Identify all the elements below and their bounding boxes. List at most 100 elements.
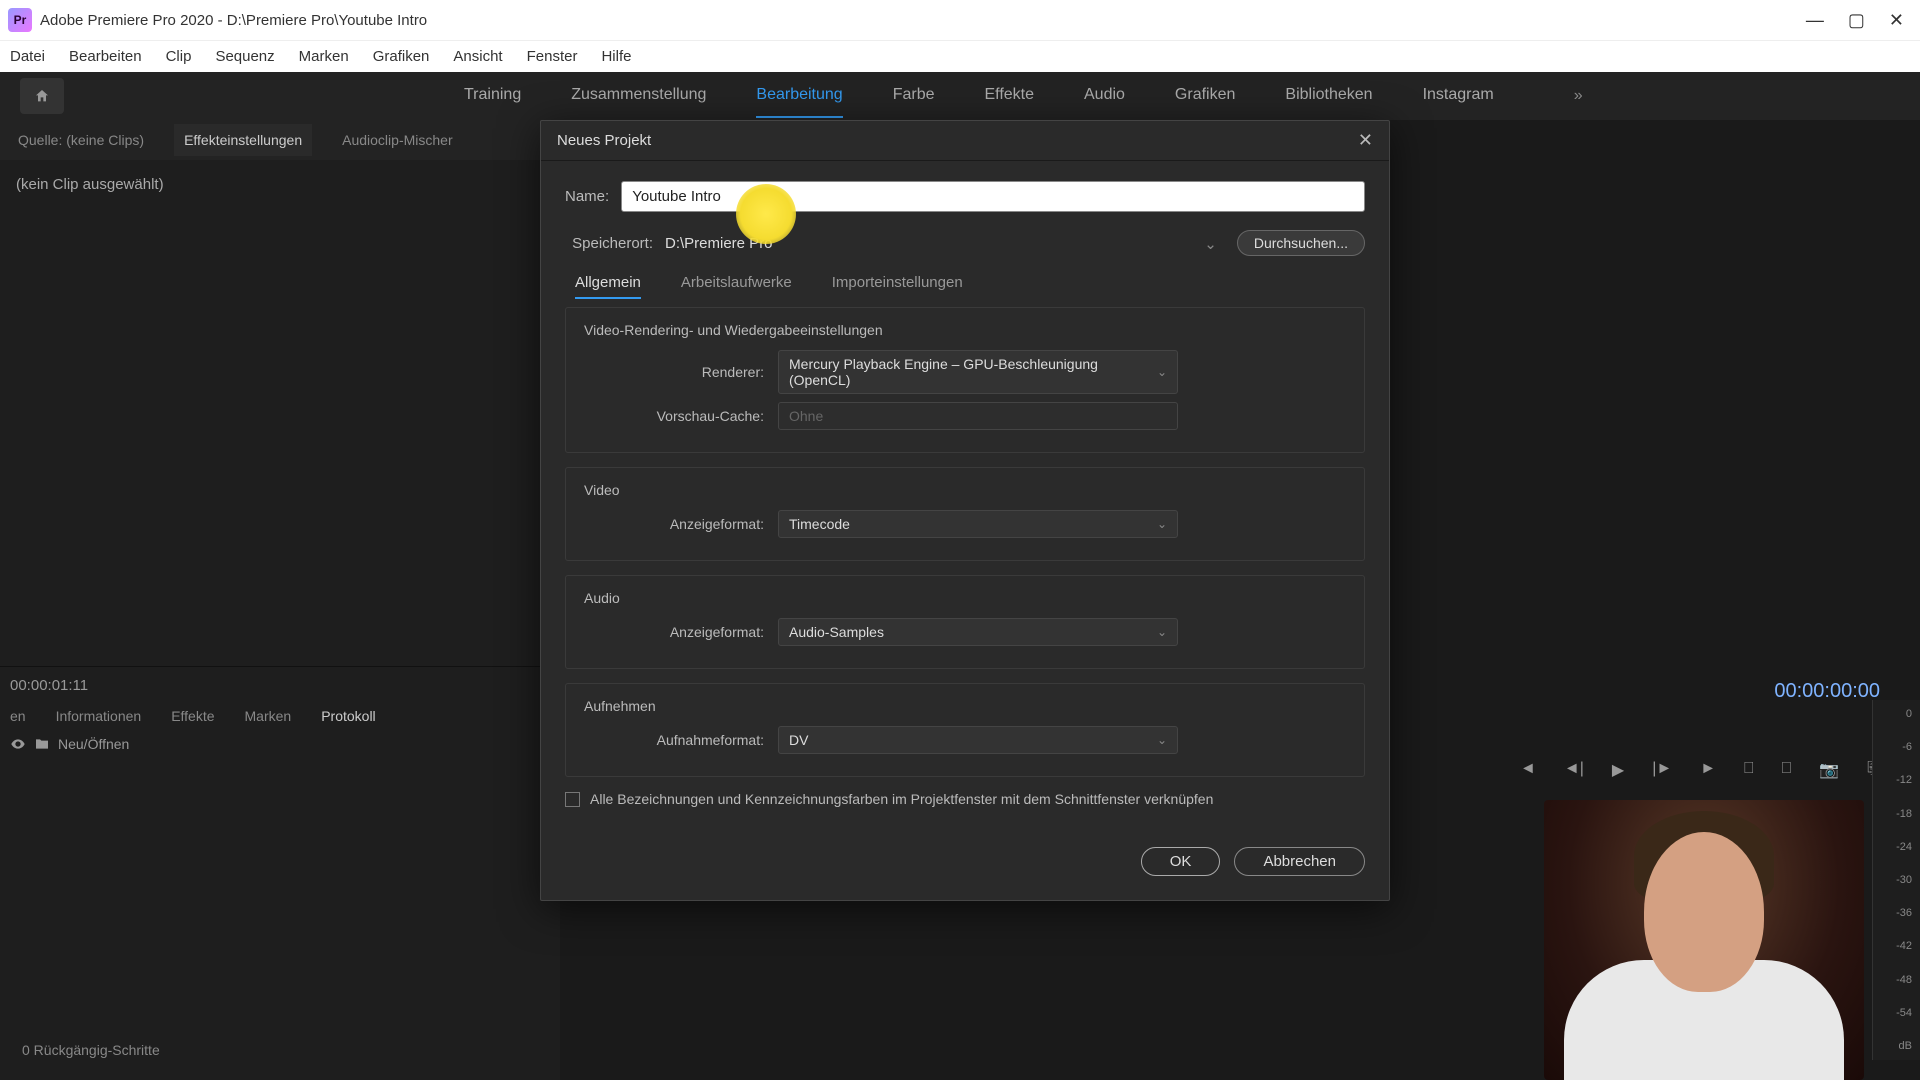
menu-fenster[interactable]: Fenster <box>527 48 578 65</box>
link-labels-checkbox[interactable] <box>565 792 580 807</box>
minimize-button[interactable]: — <box>1806 10 1824 31</box>
dialog-close-button[interactable]: ✕ <box>1358 130 1373 151</box>
workspace-effekte[interactable]: Effekte <box>984 74 1034 118</box>
webcam-overlay <box>1544 800 1864 1080</box>
group-video: Video Anzeigeformat: Timecode ⌄ <box>565 467 1365 561</box>
chevron-down-icon: ⌄ <box>1157 517 1167 531</box>
workspace-instagram[interactable]: Instagram <box>1423 74 1494 118</box>
snapshot-button[interactable]: 📷 <box>1819 760 1839 780</box>
menu-marken[interactable]: Marken <box>299 48 349 65</box>
workspace-audio[interactable]: Audio <box>1084 74 1125 118</box>
meter-tick: dB <box>1877 1040 1916 1052</box>
ok-button[interactable]: OK <box>1141 847 1221 876</box>
location-label: Speicherort: <box>565 235 653 252</box>
group-video-title: Video <box>584 482 1346 498</box>
tab-informationen[interactable]: Informationen <box>56 708 142 724</box>
tab-quelle[interactable]: Quelle: (keine Clips) <box>8 124 154 156</box>
group-audio: Audio Anzeigeformat: Audio-Samples ⌄ <box>565 575 1365 669</box>
program-timecode[interactable]: 00:00:00:00 <box>1774 680 1880 703</box>
maximize-button[interactable]: ▢ <box>1848 10 1865 31</box>
group-capture: Aufnehmen Aufnahmeformat: DV ⌄ <box>565 683 1365 777</box>
chevron-down-icon: ⌄ <box>1157 733 1167 747</box>
play-button[interactable]: ▶ <box>1612 760 1624 780</box>
workspace-grafiken[interactable]: Grafiken <box>1175 74 1235 118</box>
meter-tick: -48 <box>1877 974 1916 986</box>
menu-bearbeiten[interactable]: Bearbeiten <box>69 48 142 65</box>
capture-format-value: DV <box>789 732 808 748</box>
tab-protokoll[interactable]: Protokoll <box>321 708 375 724</box>
workspace-bar: Training Zusammenstellung Bearbeitung Fa… <box>0 72 1920 120</box>
name-label: Name: <box>565 188 609 205</box>
tab-audioclip-mischer[interactable]: Audioclip-Mischer <box>332 124 462 156</box>
menu-clip[interactable]: Clip <box>166 48 192 65</box>
video-format-dropdown[interactable]: Timecode ⌄ <box>778 510 1178 538</box>
group-rendering: Video-Rendering- und Wiedergabeeinstellu… <box>565 307 1365 453</box>
audio-format-label: Anzeigeformat: <box>584 624 764 640</box>
tab-effekte-lower[interactable]: Effekte <box>171 708 214 724</box>
dialog-tabs: Allgemein Arbeitslaufwerke Importeinstel… <box>575 274 1365 299</box>
menu-ansicht[interactable]: Ansicht <box>453 48 502 65</box>
renderer-value: Mercury Playback Engine – GPU-Beschleuni… <box>789 356 1157 388</box>
workspace-bibliotheken[interactable]: Bibliotheken <box>1285 74 1372 118</box>
meter-tick: -18 <box>1877 808 1916 820</box>
mark-out-button[interactable]: ⎕ <box>1782 760 1792 780</box>
source-timecode[interactable]: 00:00:01:11 <box>0 667 560 704</box>
next-frame-button[interactable]: ► <box>1700 760 1716 780</box>
cache-value: Ohne <box>789 408 823 424</box>
home-button[interactable] <box>20 78 64 114</box>
workspace-farbe[interactable]: Farbe <box>893 74 935 118</box>
video-format-value: Timecode <box>789 516 850 532</box>
window-title: Adobe Premiere Pro 2020 - D:\Premiere Pr… <box>40 12 427 29</box>
folder-icon <box>34 736 50 752</box>
workspace-zusammenstellung[interactable]: Zusammenstellung <box>571 74 706 118</box>
renderer-label: Renderer: <box>584 364 764 380</box>
location-select[interactable]: D:\Premiere Pro ⌄ <box>665 231 1225 256</box>
capture-format-label: Aufnahmeformat: <box>584 732 764 748</box>
group-rendering-title: Video-Rendering- und Wiedergabeeinstellu… <box>584 322 1346 338</box>
undo-steps-label: 0 Rückgängig-Schritte <box>12 1032 170 1068</box>
new-project-dialog: Neues Projekt ✕ Name: Youtube Intro Spei… <box>540 120 1390 901</box>
meter-tick: 0 <box>1877 708 1916 720</box>
menu-datei[interactable]: Datei <box>10 48 45 65</box>
tab-en[interactable]: en <box>10 708 26 724</box>
meter-tick: -6 <box>1877 741 1916 753</box>
capture-format-dropdown[interactable]: DV ⌄ <box>778 726 1178 754</box>
location-value: D:\Premiere Pro <box>665 235 773 252</box>
group-capture-title: Aufnehmen <box>584 698 1346 714</box>
app-icon: Pr <box>8 8 32 32</box>
audio-format-dropdown[interactable]: Audio-Samples ⌄ <box>778 618 1178 646</box>
menu-sequenz[interactable]: Sequenz <box>215 48 274 65</box>
prev-frame-button[interactable]: ◄ <box>1520 760 1536 780</box>
new-open-label: Neu/Öffnen <box>58 736 129 752</box>
dialog-title: Neues Projekt <box>557 132 651 149</box>
tab-arbeitslaufwerke[interactable]: Arbeitslaufwerke <box>681 274 792 299</box>
tab-effekteinstellungen[interactable]: Effekteinstellungen <box>174 124 312 156</box>
source-panel-tabs: Quelle: (keine Clips) Effekteinstellunge… <box>0 120 560 160</box>
chevron-down-icon: ⌄ <box>1157 625 1167 639</box>
close-window-button[interactable]: ✕ <box>1889 10 1904 31</box>
new-open-row[interactable]: Neu/Öffnen <box>0 728 560 760</box>
mark-in-button[interactable]: ⎕ <box>1744 760 1754 780</box>
browse-button[interactable]: Durchsuchen... <box>1237 230 1365 256</box>
menu-grafiken[interactable]: Grafiken <box>373 48 430 65</box>
cancel-button[interactable]: Abbrechen <box>1234 847 1365 876</box>
no-clip-label: (kein Clip ausgewählt) <box>0 160 560 209</box>
workspace-training[interactable]: Training <box>464 74 521 118</box>
transport-controls: ◄ ◄| ▶ |► ► ⎕ ⎕ 📷 ⎘ <box>1520 760 1880 780</box>
meter-tick: -24 <box>1877 841 1916 853</box>
project-name-input[interactable]: Youtube Intro <box>621 181 1365 212</box>
meter-tick: -42 <box>1877 940 1916 952</box>
tab-importeinstellungen[interactable]: Importeinstellungen <box>832 274 963 299</box>
workspace-bearbeitung[interactable]: Bearbeitung <box>756 74 842 118</box>
step-back-button[interactable]: ◄| <box>1564 760 1584 780</box>
eye-icon <box>10 736 26 752</box>
titlebar: Pr Adobe Premiere Pro 2020 - D:\Premiere… <box>0 0 1920 40</box>
step-fwd-button[interactable]: |► <box>1652 760 1672 780</box>
workspace-overflow[interactable]: » <box>1574 87 1583 105</box>
tab-allgemein[interactable]: Allgemein <box>575 274 641 299</box>
audio-format-value: Audio-Samples <box>789 624 884 640</box>
renderer-dropdown[interactable]: Mercury Playback Engine – GPU-Beschleuni… <box>778 350 1178 394</box>
meter-tick: -54 <box>1877 1007 1916 1019</box>
menu-hilfe[interactable]: Hilfe <box>601 48 631 65</box>
tab-marken[interactable]: Marken <box>245 708 292 724</box>
